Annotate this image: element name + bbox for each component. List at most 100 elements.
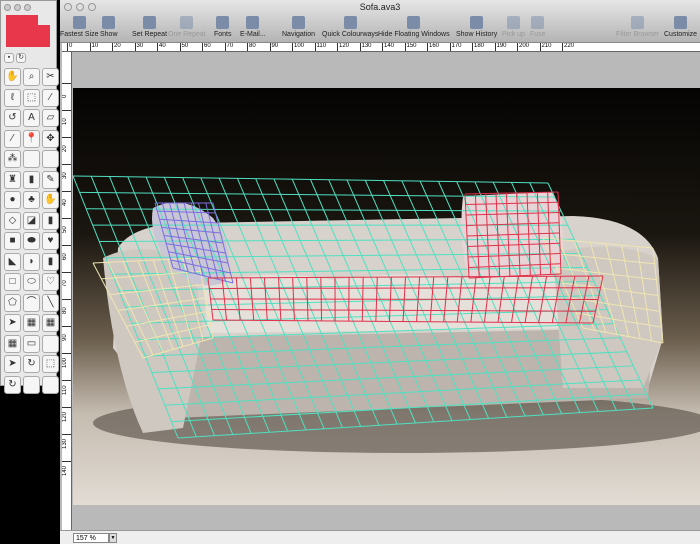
default-colors-icon[interactable]: ▪ [4, 53, 14, 63]
toolbar-quick-colourways-button[interactable]: Quick Colourways [322, 16, 378, 38]
toolbar-fuse-button[interactable]: Fuse [530, 16, 546, 38]
tool-heart-icon[interactable]: ♡ [42, 273, 59, 291]
tool-brush-icon[interactable]: ⁄ [4, 129, 21, 148]
tool-blend-icon[interactable]: ♣ [23, 191, 40, 209]
toolbar-one-repeat-button[interactable]: One Repeat [168, 16, 206, 38]
ruler-tick-label: 70 [62, 280, 68, 287]
ruler-tick-label: 0 [67, 43, 72, 51]
tool-eyedropper-icon[interactable]: ⁄ [42, 88, 59, 107]
customize-icon [674, 16, 688, 29]
toolbar-customize-button[interactable]: Customize [664, 16, 697, 38]
ruler-tick-label: 60 [202, 43, 211, 51]
tool-path-rotate-icon[interactable]: ↻ [4, 375, 21, 394]
toolbar-hide-floating-windows-button[interactable]: Hide Floating Windows [378, 16, 450, 38]
tool-grid-icon[interactable]: ▦ [4, 334, 21, 353]
ruler-tick-label: 170 [449, 43, 462, 51]
ruler-tick-label: 100 [62, 357, 68, 368]
toolbar-filter-browser-button[interactable]: Filter Browser [616, 16, 659, 38]
set-repeat-icon [143, 16, 157, 29]
tool-pencil-icon[interactable]: ✎ [42, 170, 59, 189]
tool-quarter-fill-icon[interactable]: ◗ [23, 252, 40, 271]
tool-zoom-icon[interactable]: ⌕ [23, 68, 40, 86]
toolbar-fastest-size-button[interactable]: Fastest Size [60, 16, 99, 38]
ruler-tick-label: 50 [179, 43, 188, 51]
tool-curve-icon[interactable]: ⌒ [23, 293, 40, 312]
tool-text-icon[interactable]: A [23, 109, 40, 127]
tool-dropper-icon[interactable]: ● [4, 191, 21, 209]
tool-gradient-icon[interactable]: ▮ [42, 252, 59, 271]
tool-pin-icon[interactable]: 📍 [23, 129, 40, 148]
tool-poly-icon[interactable]: ⬠ [4, 293, 21, 312]
ruler-tick-label: 20 [112, 43, 121, 51]
ruler-tick-label: 210 [539, 43, 552, 51]
tool-mesh-grid-icon[interactable]: ▦ [42, 314, 59, 332]
tool-spray-icon[interactable]: ▮ [23, 170, 40, 189]
fonts-icon [216, 16, 230, 29]
tool-palette: ▪ ↻ ✋ ⌕ ✂ ℓ ⬚ ⁄ ↺ A ▱ ⁄ 📍 ✥ ⁂ ♜ ▮ ✎ ● ♣ ✋ ◇ ◪ ▮ ■ ⬬ ♥ ◣ ◗ ▮ □ ⬭ ♡ ⬠ ⌒ ╲ ➤ ▦… [0, 0, 59, 394]
toolbar-label: One Repeat [168, 31, 206, 38]
tool-rotate-view-icon[interactable]: ↻ [23, 355, 40, 373]
tool-heart-fill-icon[interactable]: ♥ [42, 232, 59, 250]
tool-rect-fill-icon[interactable]: ■ [4, 232, 21, 250]
toolbar-label: Set Repeat [132, 31, 168, 38]
tool-rotate-icon[interactable]: ↺ [4, 109, 21, 127]
tool-move-icon[interactable]: ✥ [42, 129, 59, 148]
tool-empty-slot [23, 375, 40, 394]
palette-zoom-button[interactable] [24, 4, 31, 11]
zoom-level-field[interactable]: 157 % [73, 533, 109, 543]
toolbar-show-button[interactable]: Show [100, 16, 118, 38]
ruler-tick-label: 70 [224, 43, 233, 51]
history-icon [470, 16, 484, 29]
toolbar-e-mail-button[interactable]: E-Mail... [240, 16, 266, 38]
ruler-tick: 10 [62, 110, 71, 125]
tool-line-icon[interactable]: ╲ [42, 293, 59, 312]
tool-fill-pattern-icon[interactable]: ▮ [42, 211, 59, 230]
zoom-dropdown-button[interactable]: ▼ [109, 533, 117, 543]
tool-shape-fill-icon[interactable]: ◣ [4, 252, 21, 271]
toolbar-pick-up-button[interactable]: Pick up [502, 16, 525, 38]
tool-ruler-icon[interactable]: ▭ [23, 334, 40, 353]
tool-eraser-icon[interactable]: ◇ [4, 211, 21, 230]
palette-close-button[interactable] [4, 4, 11, 11]
tool-distort-icon[interactable]: ▱ [42, 109, 59, 127]
toolbar-show-history-button[interactable]: Show History [456, 16, 497, 38]
swap-colors-icon[interactable]: ↻ [16, 53, 26, 63]
tool-select-icon[interactable]: ➤ [4, 314, 21, 332]
tool-direct-select-icon[interactable]: ➤ [4, 355, 21, 373]
tool-empty-slot [23, 150, 40, 168]
toolbar-label: Show History [456, 31, 498, 38]
tool-scatter-icon[interactable]: ⁂ [4, 150, 21, 168]
tool-crop-icon[interactable]: ⬚ [42, 355, 59, 373]
tool-rect-icon[interactable]: □ [4, 273, 21, 291]
color-swatch[interactable] [4, 13, 52, 49]
tool-scissors-icon[interactable]: ✂ [42, 68, 59, 86]
ruler-tick-label: 80 [62, 307, 68, 314]
ruler-tick: 120 [62, 407, 71, 422]
tool-lasso-icon[interactable]: ℓ [4, 88, 21, 107]
ruler-tick-label: 110 [62, 385, 68, 395]
toolbar-set-repeat-button[interactable]: Set Repeat [132, 16, 167, 38]
tool-smudge-icon[interactable]: ✋ [42, 191, 59, 209]
ruler-tick: 20 [62, 137, 71, 152]
tool-mesh-icon[interactable]: ▦ [23, 314, 40, 332]
toolbar-fonts-button[interactable]: Fonts [214, 16, 232, 38]
palette-minimize-button[interactable] [14, 4, 21, 11]
ruler-tick-label: 30 [62, 172, 68, 179]
ruler-tick: 40 [62, 191, 71, 206]
toolbar-label: Pick up [502, 31, 525, 38]
ruler-tick-label: 120 [62, 411, 68, 422]
tool-ellipse-fill-icon[interactable]: ⬬ [23, 232, 40, 250]
tool-fill-icon[interactable]: ◪ [23, 211, 40, 230]
ruler-tick-label: 40 [62, 199, 68, 206]
ruler-tick-label: 130 [359, 43, 372, 51]
ruler-tick-label: 0 [62, 94, 68, 98]
tool-hand-icon[interactable]: ✋ [4, 68, 21, 86]
ruler-tick-label: 100 [292, 43, 304, 51]
toolbar-navigation-button[interactable]: Navigation [282, 16, 315, 38]
ruler-tick-label: 190 [494, 43, 507, 51]
toolbar-label: Fuse [530, 31, 546, 38]
tool-marquee-icon[interactable]: ⬚ [23, 88, 40, 107]
tool-stamp-icon[interactable]: ♜ [4, 170, 21, 189]
tool-ellipse-icon[interactable]: ⬭ [23, 273, 40, 291]
image-canvas[interactable] [73, 88, 700, 505]
